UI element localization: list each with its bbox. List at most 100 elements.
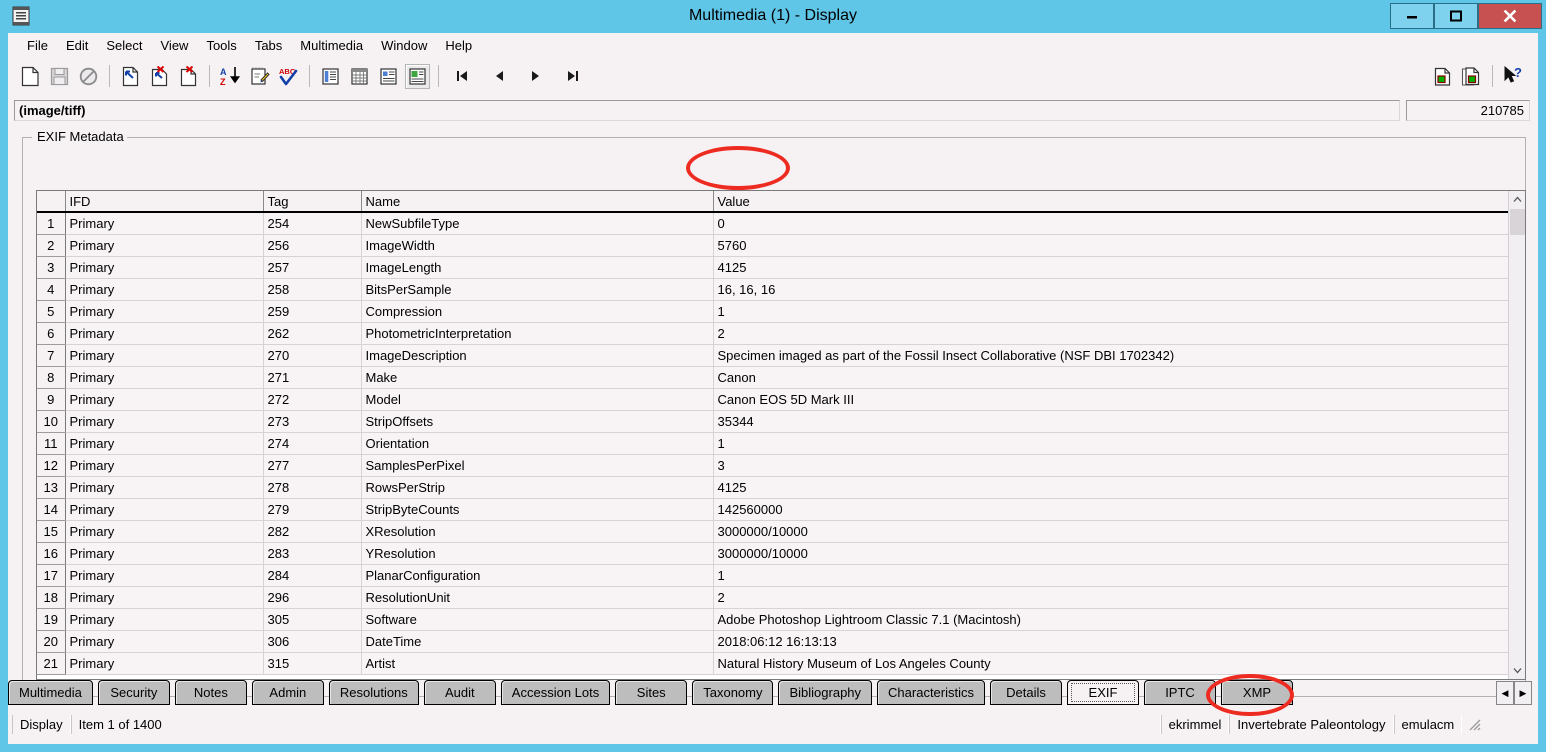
- row-number-cell[interactable]: 4: [37, 278, 66, 301]
- exif-metadata-grid[interactable]: IFD Tag Name Value 1 Primary 254 NewSubfile…: [36, 190, 1526, 680]
- table-row[interactable]: 10 Primary 273 StripOffsets 35344: [37, 410, 1510, 433]
- table-row[interactable]: 13 Primary 278 RowsPerStrip 4125: [37, 476, 1510, 499]
- scroll-up-icon[interactable]: [1509, 191, 1525, 208]
- table-row[interactable]: 19 Primary 305 Software Adobe Photoshop Ligh…: [37, 608, 1510, 631]
- tab-xmp[interactable]: XMP: [1221, 680, 1293, 705]
- row-number-cell[interactable]: 13: [37, 476, 66, 499]
- menu-multimedia[interactable]: Multimedia: [291, 35, 372, 56]
- scrollbar-thumb[interactable]: [1510, 209, 1525, 235]
- cancel-icon[interactable]: [76, 64, 101, 89]
- delete-record-icon[interactable]: [147, 64, 172, 89]
- table-row[interactable]: 5 Primary 259 Compression 1: [37, 300, 1510, 323]
- row-number-cell[interactable]: 18: [37, 586, 66, 609]
- row-number-cell[interactable]: 10: [37, 410, 66, 433]
- paste-record-icon[interactable]: [1459, 64, 1484, 89]
- grid-vertical-scrollbar[interactable]: [1508, 191, 1525, 679]
- table-row[interactable]: 21 Primary 315 Artist Natural History Museum…: [37, 652, 1510, 675]
- tab-resolutions[interactable]: Resolutions: [328, 680, 419, 705]
- table-row[interactable]: 7 Primary 270 ImageDescription Specimen imag…: [37, 344, 1510, 367]
- tab-audit[interactable]: Audit: [423, 680, 496, 705]
- row-number-cell[interactable]: 17: [37, 564, 66, 587]
- table-row[interactable]: 9 Primary 272 Model Canon EOS 5D Mark III: [37, 388, 1510, 411]
- form-view-icon[interactable]: [376, 64, 401, 89]
- spellcheck-icon[interactable]: ABC: [276, 64, 301, 89]
- tab-scroll-next-icon[interactable]: ▶: [1514, 681, 1532, 705]
- table-row[interactable]: 20 Primary 306 DateTime 2018:06:12 16:13:13: [37, 630, 1510, 653]
- row-number-cell[interactable]: 15: [37, 520, 66, 543]
- row-number-cell[interactable]: 14: [37, 498, 66, 521]
- menu-window[interactable]: Window: [372, 35, 436, 56]
- row-number-cell[interactable]: 19: [37, 608, 66, 631]
- table-row[interactable]: 2 Primary 256 ImageWidth 5760: [37, 234, 1510, 257]
- new-record-icon[interactable]: [18, 64, 43, 89]
- display-view-icon[interactable]: [405, 63, 430, 89]
- row-number-cell[interactable]: 1: [37, 212, 66, 235]
- tab-accession-lots[interactable]: Accession Lots: [500, 680, 611, 705]
- menu-tools[interactable]: Tools: [197, 35, 245, 56]
- column-header-value[interactable]: Value: [713, 191, 1510, 213]
- row-number-cell[interactable]: 9: [37, 388, 66, 411]
- tab-notes[interactable]: Notes: [174, 680, 247, 705]
- menu-view[interactable]: View: [152, 35, 198, 56]
- table-row[interactable]: 4 Primary 258 BitsPerSample 16, 16, 16: [37, 278, 1510, 301]
- table-row[interactable]: 14 Primary 279 StripByteCounts 142560000: [37, 498, 1510, 521]
- row-number-cell[interactable]: 20: [37, 630, 66, 653]
- tab-bibliography[interactable]: Bibliography: [778, 680, 873, 705]
- menu-edit[interactable]: Edit: [57, 35, 97, 56]
- table-row[interactable]: 15 Primary 282 XResolution 3000000/10000: [37, 520, 1510, 543]
- tab-multimedia[interactable]: Multimedia: [8, 680, 93, 705]
- close-button[interactable]: [1478, 3, 1542, 29]
- last-record-icon[interactable]: [560, 64, 585, 89]
- table-row[interactable]: 8 Primary 271 Make Canon: [37, 366, 1510, 389]
- next-record-icon[interactable]: [523, 64, 548, 89]
- help-pointer-icon[interactable]: ?: [1501, 64, 1526, 89]
- grid-view-icon[interactable]: [347, 64, 372, 89]
- scroll-down-icon[interactable]: [1509, 662, 1525, 679]
- row-number-cell[interactable]: 21: [37, 652, 66, 675]
- table-row[interactable]: 11 Primary 274 Orientation 1: [37, 432, 1510, 455]
- table-row[interactable]: 6 Primary 262 PhotometricInterpretation 2: [37, 322, 1510, 345]
- tab-scroll-prev-icon[interactable]: ◀: [1496, 681, 1514, 705]
- menu-help[interactable]: Help: [436, 35, 481, 56]
- save-icon[interactable]: [47, 64, 72, 89]
- size-field[interactable]: 210785: [1406, 100, 1530, 121]
- column-header-tag[interactable]: Tag: [263, 191, 362, 213]
- row-number-cell[interactable]: 3: [37, 256, 66, 279]
- row-number-cell[interactable]: 12: [37, 454, 66, 477]
- table-row[interactable]: 18 Primary 296 ResolutionUnit 2: [37, 586, 1510, 609]
- tab-iptc[interactable]: IPTC: [1144, 680, 1216, 705]
- column-header-ifd[interactable]: IFD: [65, 191, 264, 213]
- delete-page-icon[interactable]: [176, 64, 201, 89]
- row-number-cell[interactable]: 5: [37, 300, 66, 323]
- table-row[interactable]: 17 Primary 284 PlanarConfiguration 1: [37, 564, 1510, 587]
- table-row[interactable]: 12 Primary 277 SamplesPerPixel 3: [37, 454, 1510, 477]
- table-row[interactable]: 3 Primary 257 ImageLength 4125: [37, 256, 1510, 279]
- title-bar[interactable]: Multimedia (1) - Display: [0, 0, 1546, 33]
- table-row[interactable]: 1 Primary 254 NewSubfileType 0: [37, 212, 1510, 235]
- resize-grip-icon[interactable]: [1466, 716, 1482, 732]
- tab-details[interactable]: Details: [990, 680, 1062, 705]
- copy-record-icon[interactable]: [1430, 64, 1455, 89]
- column-header-rownum[interactable]: [37, 191, 66, 213]
- column-header-name[interactable]: Name: [361, 191, 714, 213]
- tab-taxonomy[interactable]: Taxonomy: [692, 680, 774, 705]
- edit-notes-icon[interactable]: [247, 64, 272, 89]
- row-number-cell[interactable]: 11: [37, 432, 66, 455]
- tab-admin[interactable]: Admin: [251, 680, 324, 705]
- tab-sites[interactable]: Sites: [615, 680, 688, 705]
- tab-exif[interactable]: EXIF: [1067, 680, 1139, 705]
- list-view-icon[interactable]: [318, 64, 343, 89]
- duplicate-record-icon[interactable]: [118, 64, 143, 89]
- previous-record-icon[interactable]: [486, 64, 511, 89]
- table-row[interactable]: 16 Primary 283 YResolution 3000000/10000: [37, 542, 1510, 565]
- menu-file[interactable]: File: [18, 35, 57, 56]
- first-record-icon[interactable]: [449, 64, 474, 89]
- row-number-cell[interactable]: 7: [37, 344, 66, 367]
- tab-security[interactable]: Security: [97, 680, 170, 705]
- minimize-button[interactable]: [1390, 3, 1434, 29]
- tab-characteristics[interactable]: Characteristics: [877, 680, 985, 705]
- row-number-cell[interactable]: 6: [37, 322, 66, 345]
- row-number-cell[interactable]: 8: [37, 366, 66, 389]
- row-number-cell[interactable]: 2: [37, 234, 66, 257]
- menu-tabs[interactable]: Tabs: [246, 35, 291, 56]
